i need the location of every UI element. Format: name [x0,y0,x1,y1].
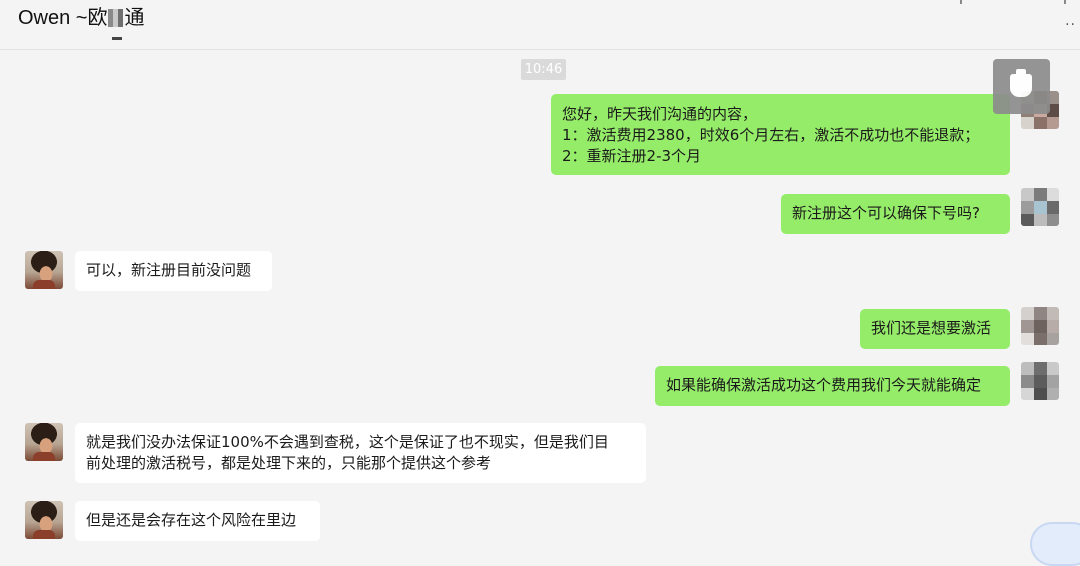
message-timestamp: 10:46 [521,59,566,80]
contact-avatar[interactable] [25,423,63,461]
message-line: 可以，新注册目前没问题 [86,261,252,279]
message-line: 但是还是会存在这个风险在里边 [86,511,297,529]
my-avatar[interactable] [1021,362,1059,400]
window-edge-tick [960,0,962,4]
chat-header: Owen ~欧通 ·· [0,0,1080,50]
message-line: 1：激活费用2380，时效6个月左右，激活不成功也不能退款； [562,126,980,144]
chat-title-prefix: Owen ~欧 [18,7,108,29]
window-edge-tick [1064,0,1066,4]
my-avatar[interactable] [1021,307,1059,345]
contact-avatar[interactable] [25,501,63,539]
title-mosaic-blur [108,9,124,27]
message-line: 如果能确保激活成功这个费用我们今天就能确定 [666,376,982,394]
my-avatar[interactable] [1021,188,1059,226]
outgoing-message-bubble[interactable]: 我们还是想要激活 [860,309,1010,349]
title-underline-mark [112,37,122,40]
message-line: 我们还是想要激活 [871,319,992,337]
chat-title[interactable]: Owen ~欧通 [18,5,144,31]
outgoing-message-bubble[interactable]: 新注册这个可以确保下号吗? [781,194,1010,234]
outgoing-message-bubble[interactable]: 如果能确保激活成功这个费用我们今天就能确定 [655,366,1010,406]
incoming-message-bubble[interactable]: 但是还是会存在这个风险在里边 [75,501,320,541]
message-line: 您好，昨天我们沟通的内容， [562,105,758,123]
contact-avatar[interactable] [25,251,63,289]
message-line: 前处理的激活税号，都是处理下来的，只能那个提供这个参考 [86,454,492,472]
incoming-message-bubble[interactable]: 可以，新注册目前没问题 [75,251,272,291]
floating-action-button[interactable] [1030,522,1080,566]
chat-title-suffix: 通 [124,7,145,29]
cup-icon[interactable] [993,59,1050,114]
cup-shape [1010,69,1032,97]
message-line: 新注册这个可以确保下号吗? [792,204,980,222]
message-line: 2：重新注册2-3个月 [562,147,702,165]
more-dots-icon[interactable]: ·· [1065,17,1076,33]
outgoing-message-bubble[interactable]: 您好，昨天我们沟通的内容， 1：激活费用2380，时效6个月左右，激活不成功也不… [551,94,1010,175]
message-line: 就是我们没办法保证100%不会遇到查税，这个是保证了也不现实，但是我们目 [86,433,609,451]
incoming-message-bubble[interactable]: 就是我们没办法保证100%不会遇到查税，这个是保证了也不现实，但是我们目 前处理… [75,423,646,483]
